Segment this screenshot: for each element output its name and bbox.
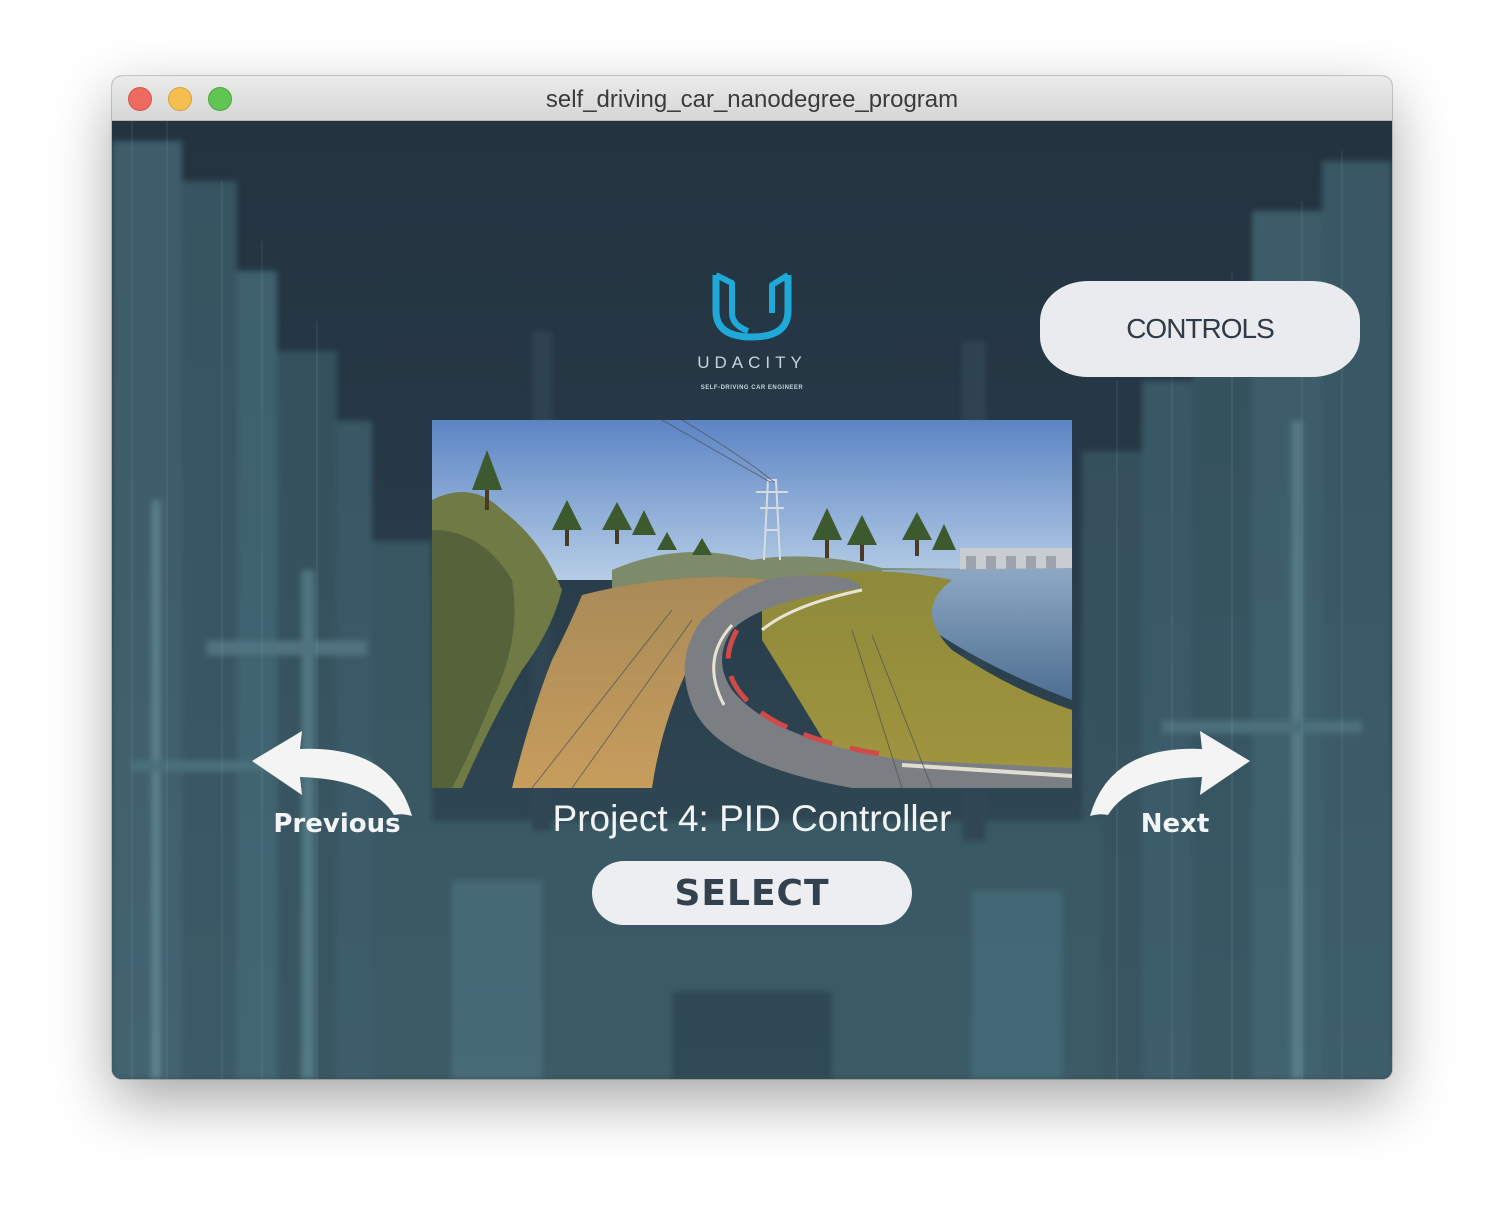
next-button[interactable]: Next	[1080, 721, 1270, 851]
project-title: Project 4: PID Controller	[552, 798, 952, 839]
simulator-canvas: UDACITY SELF-DRIVING CAR ENGINEER CONTRO…	[112, 121, 1392, 1079]
curved-arrow-left-icon	[252, 731, 412, 816]
select-button[interactable]: SELECT	[592, 861, 912, 925]
previous-button[interactable]: Previous	[242, 721, 432, 851]
logo-tagline: SELF-DRIVING CAR ENGINEER	[700, 385, 804, 391]
title-bar[interactable]: self_driving_car_nanodegree_program	[112, 76, 1392, 121]
track-preview-image	[432, 420, 1072, 788]
curved-arrow-right-icon	[1090, 731, 1250, 816]
controls-button[interactable]: CONTROLS	[1040, 281, 1360, 377]
udacity-u-logo-icon	[712, 272, 792, 341]
previous-label: Previous	[273, 809, 401, 839]
logo-wordmark: UDACITY	[697, 353, 807, 372]
udacity-logo: UDACITY SELF-DRIVING CAR ENGINEER	[672, 261, 832, 401]
window-title: self_driving_car_nanodegree_program	[545, 86, 959, 113]
next-label: Next	[1140, 809, 1210, 839]
app-window: self_driving_car_nanodegree_program UDAC…	[112, 76, 1392, 1079]
